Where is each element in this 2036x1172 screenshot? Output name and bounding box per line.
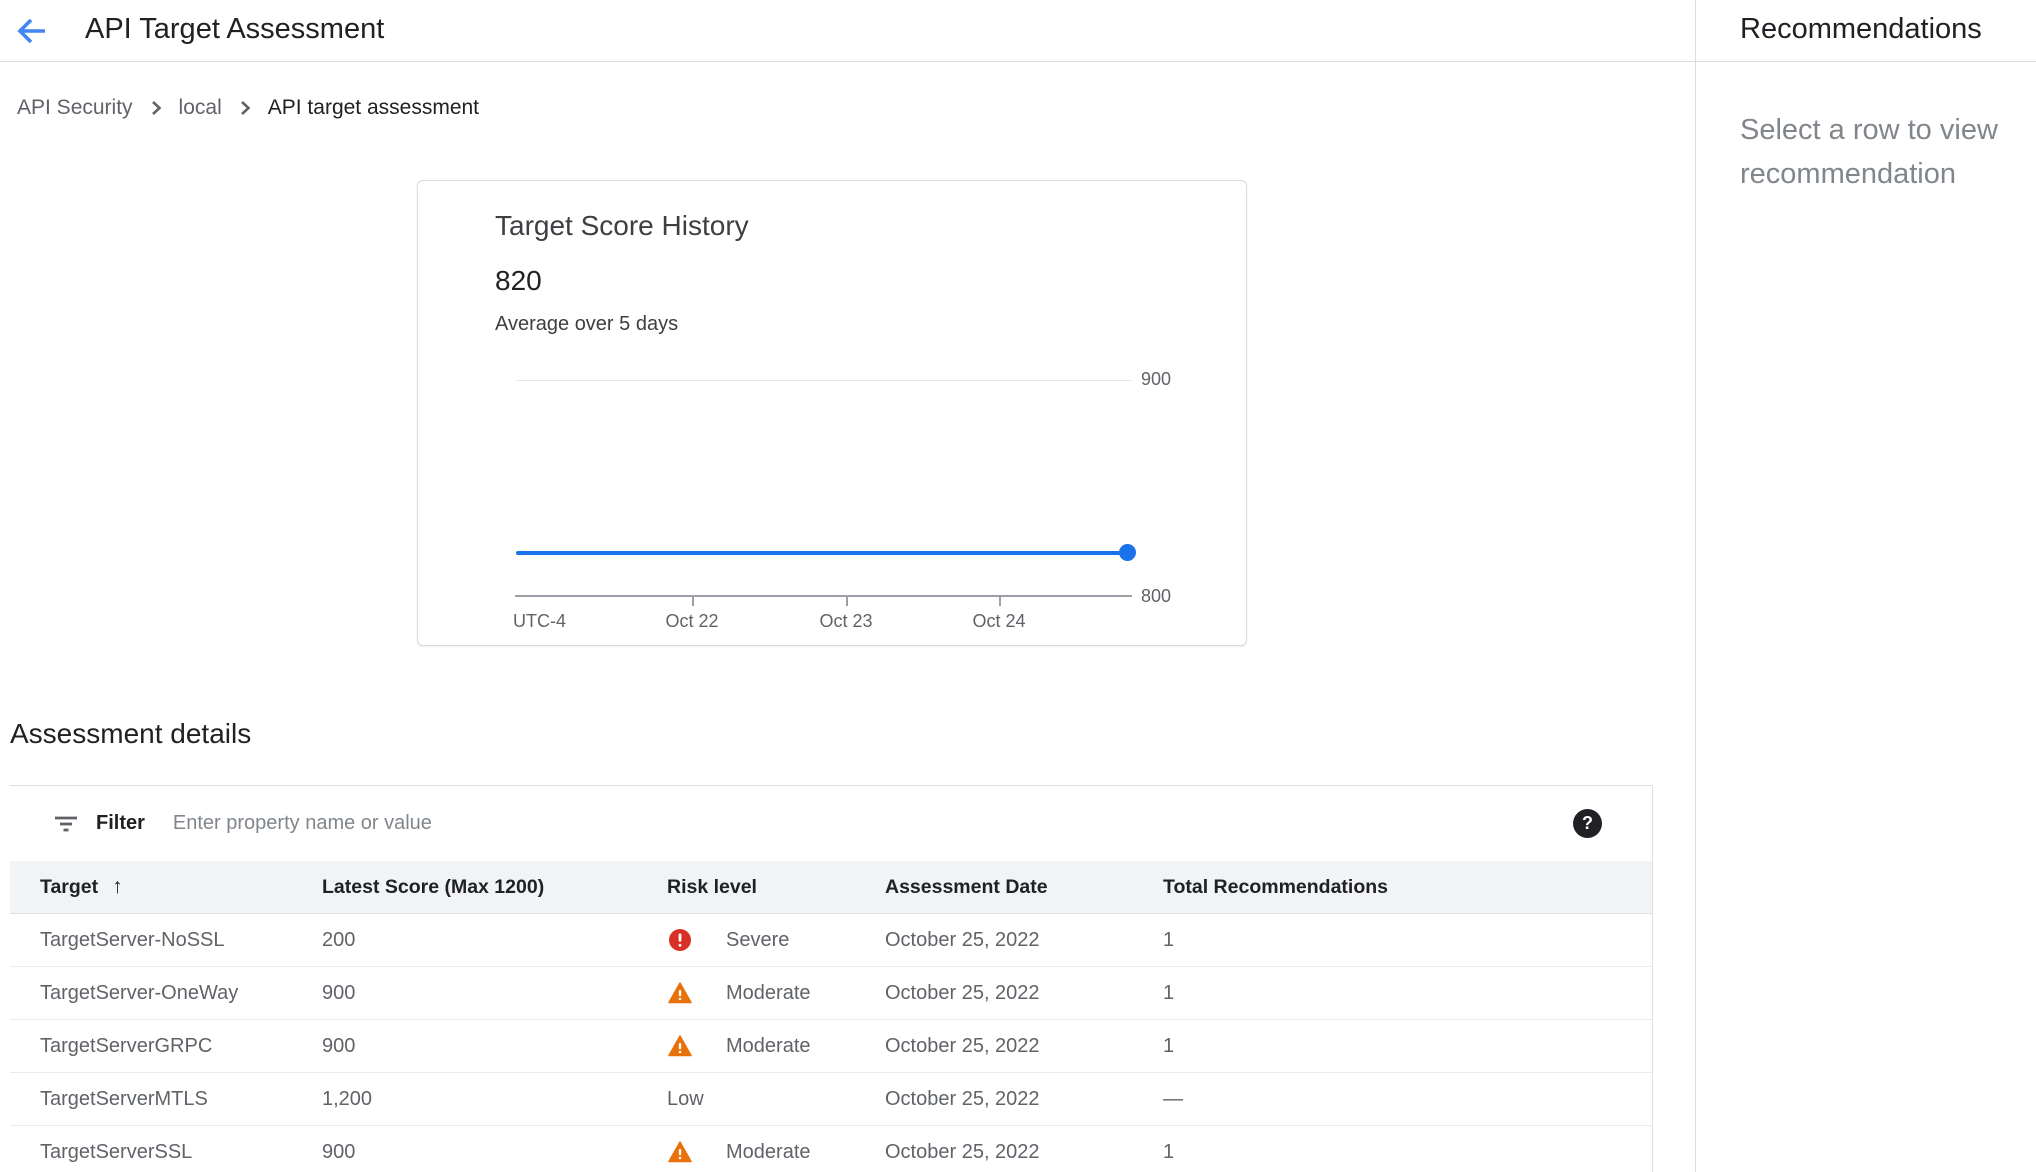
column-header-target[interactable]: Target ↑ <box>40 875 322 899</box>
total-recommendations: 1 <box>1163 1141 1652 1164</box>
api-target-assessment-page: API Target Assessment Recommendations Se… <box>0 0 2036 1172</box>
x-axis-timezone-label: UTC-4 <box>513 611 566 632</box>
assessment-date: October 25, 2022 <box>885 1088 1163 1111</box>
assessment-date: October 25, 2022 <box>885 929 1163 952</box>
recommendations-empty-state: Select a row to view recommendation <box>1740 108 2036 196</box>
right-panel-divider <box>1695 0 1696 1172</box>
moderate-warning-icon <box>668 981 692 1005</box>
target-name: TargetServer-OneWay <box>40 982 322 1005</box>
x-axis-label-oct22: Oct 22 <box>652 611 732 632</box>
total-recommendations: 1 <box>1163 1035 1652 1058</box>
assessment-date: October 25, 2022 <box>885 1141 1163 1164</box>
risk-level-cell: Low <box>667 1088 885 1111</box>
target-name: TargetServerMTLS <box>40 1088 322 1111</box>
x-axis-baseline <box>515 595 1132 597</box>
filter-input[interactable] <box>171 811 1075 836</box>
back-button[interactable] <box>12 11 52 51</box>
gridline-900 <box>516 380 1132 381</box>
filter-list-icon <box>52 810 80 838</box>
moderate-warning-icon <box>668 1034 692 1058</box>
y-axis-tick-800: 800 <box>1141 586 1171 607</box>
breadcrumb-current-page: API target assessment <box>268 96 479 120</box>
severe-error-icon <box>668 928 692 952</box>
column-header-risk-level[interactable]: Risk level <box>667 876 885 899</box>
table-row[interactable]: TargetServer-OneWay 900 Moderate October… <box>10 967 1652 1020</box>
x-axis-tick <box>692 597 694 606</box>
total-recommendations: 1 <box>1163 929 1652 952</box>
score-line-series <box>516 551 1128 555</box>
latest-score: 900 <box>322 982 667 1005</box>
chart-average-caption: Average over 5 days <box>495 313 678 336</box>
chart-average-value: 820 <box>495 265 542 297</box>
assessment-details-heading: Assessment details <box>10 718 251 750</box>
chevron-right-icon <box>146 98 166 118</box>
risk-level-cell: Moderate <box>667 1034 885 1058</box>
target-name: TargetServerSSL <box>40 1141 322 1164</box>
arrow-back-icon <box>14 13 50 49</box>
table-header-row: Target ↑ Latest Score (Max 1200) Risk le… <box>10 861 1652 914</box>
table-row[interactable]: TargetServerSSL 900 Moderate October 25,… <box>10 1126 1652 1172</box>
moderate-warning-icon <box>668 1140 692 1164</box>
x-axis-label-oct23: Oct 23 <box>806 611 886 632</box>
breadcrumb: API Security local API target assessment <box>17 92 479 124</box>
table-row[interactable]: TargetServer-NoSSL 200 Severe October 25… <box>10 914 1652 967</box>
target-score-history-card <box>417 180 1247 646</box>
assessment-date: October 25, 2022 <box>885 1035 1163 1058</box>
x-axis-tick <box>999 597 1001 606</box>
breadcrumb-local[interactable]: local <box>179 96 222 120</box>
y-axis-tick-900: 900 <box>1141 369 1171 390</box>
x-axis-label-oct24: Oct 24 <box>959 611 1039 632</box>
page-title: API Target Assessment <box>85 0 384 58</box>
chart-title: Target Score History <box>495 210 749 242</box>
recommendations-panel-title: Recommendations <box>1740 0 1982 58</box>
filter-toolbar: Filter ? <box>10 786 1652 861</box>
top-header-bar: API Target Assessment <box>0 0 1695 62</box>
help-icon[interactable]: ? <box>1573 809 1602 838</box>
risk-level-cell: Moderate <box>667 1140 885 1164</box>
chevron-right-icon <box>235 98 255 118</box>
target-name: TargetServerGRPC <box>40 1035 322 1058</box>
latest-score: 900 <box>322 1141 667 1164</box>
latest-score: 1,200 <box>322 1088 667 1111</box>
risk-level-text: Moderate <box>726 1035 811 1058</box>
total-recommendations: 1 <box>1163 982 1652 1005</box>
risk-level-cell: Severe <box>667 928 885 952</box>
risk-level-text: Severe <box>726 929 789 952</box>
x-axis-tick <box>846 597 848 606</box>
risk-level-cell: Moderate <box>667 981 885 1005</box>
score-endpoint-marker <box>1119 544 1136 561</box>
risk-level-text: Moderate <box>726 982 811 1005</box>
risk-level-text: Moderate <box>726 1141 811 1164</box>
assessment-date: October 25, 2022 <box>885 982 1163 1005</box>
latest-score: 200 <box>322 929 667 952</box>
column-header-assessment-date[interactable]: Assessment Date <box>885 876 1163 899</box>
table-row[interactable]: TargetServerMTLS 1,200 Low October 25, 2… <box>10 1073 1652 1126</box>
total-recommendations: — <box>1163 1088 1652 1111</box>
sort-ascending-icon: ↑ <box>112 875 123 899</box>
column-header-total-recommendations[interactable]: Total Recommendations <box>1163 876 1652 899</box>
filter-label: Filter <box>96 812 145 835</box>
risk-level-text: Low <box>667 1088 704 1111</box>
latest-score: 900 <box>322 1035 667 1058</box>
target-name: TargetServer-NoSSL <box>40 929 322 952</box>
column-header-latest-score[interactable]: Latest Score (Max 1200) <box>322 876 667 899</box>
breadcrumb-api-security[interactable]: API Security <box>17 96 133 120</box>
table-row[interactable]: TargetServerGRPC 900 Moderate October 25… <box>10 1020 1652 1073</box>
assessment-table-region: Filter ? Target ↑ Latest Score (Max 1200… <box>10 785 1653 1172</box>
